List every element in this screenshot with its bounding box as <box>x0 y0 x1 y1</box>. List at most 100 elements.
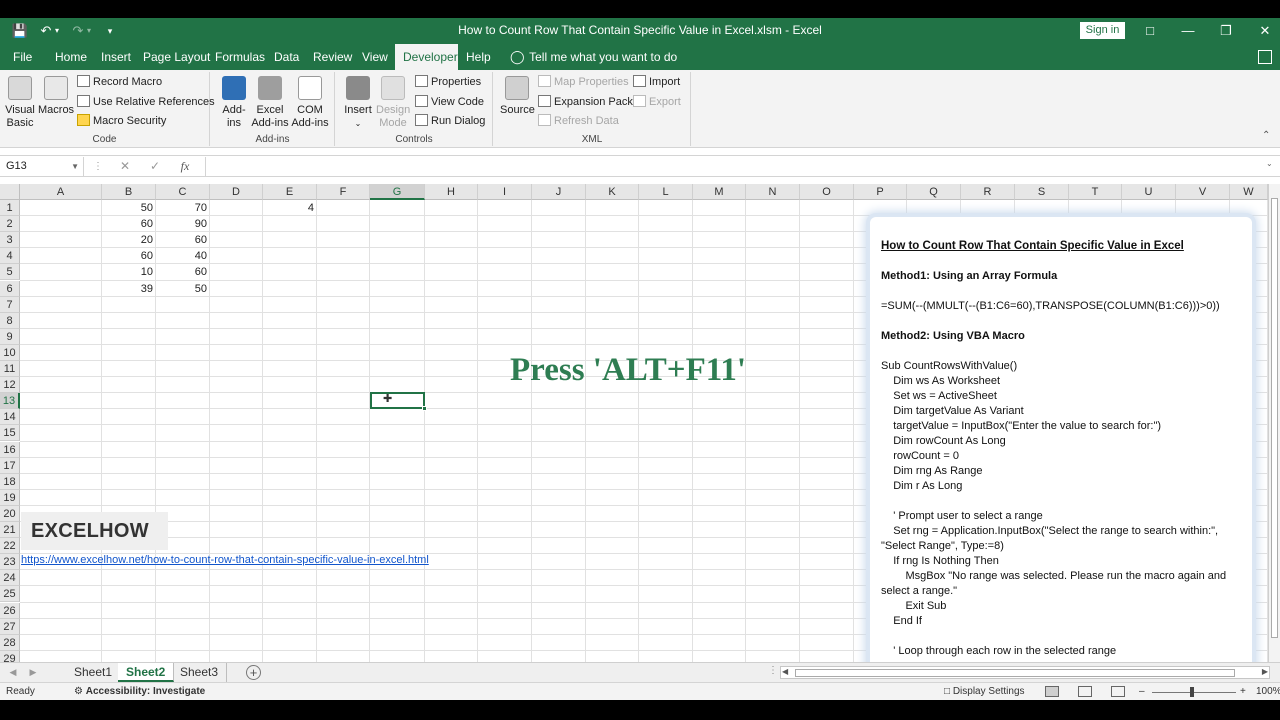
cell-b4[interactable]: 60 <box>102 248 156 264</box>
close-icon[interactable]: ✕ <box>1252 21 1278 41</box>
insert-control-button[interactable]: Insert ⌄ <box>344 76 372 130</box>
restore-icon[interactable]: ❐ <box>1213 21 1239 41</box>
formula-input[interactable] <box>205 157 1270 176</box>
column-header-k[interactable]: K <box>586 184 639 200</box>
cell-e1[interactable]: 4 <box>263 200 317 216</box>
row-header-20[interactable]: 20 <box>0 505 20 522</box>
column-header-b[interactable]: B <box>102 184 156 200</box>
confirm-entry-icon[interactable]: ✓ <box>144 157 166 176</box>
tutorial-link[interactable]: https://www.excelhow.net/how-to-count-ro… <box>21 554 429 566</box>
cancel-entry-icon[interactable]: ✕ <box>114 157 136 176</box>
select-all-corner[interactable] <box>0 184 20 200</box>
row-header-19[interactable]: 19 <box>0 489 20 506</box>
row-header-29[interactable]: 29 <box>0 650 20 662</box>
row-header-28[interactable]: 28 <box>0 634 20 651</box>
share-icon[interactable] <box>1258 50 1272 64</box>
row-header-24[interactable]: 24 <box>0 570 20 587</box>
view-code-button[interactable]: View Code <box>415 94 484 111</box>
zoom-in-icon[interactable]: + <box>1240 683 1246 701</box>
cell-b1[interactable]: 50 <box>102 200 156 216</box>
row-header-16[interactable]: 16 <box>0 441 20 458</box>
cell-b6[interactable]: 39 <box>102 281 156 297</box>
column-header-t[interactable]: T <box>1069 184 1122 200</box>
row-header-4[interactable]: 4 <box>0 248 20 265</box>
sheet-tab-sheet3[interactable]: Sheet3 <box>172 663 228 682</box>
row-header-5[interactable]: 5 <box>0 264 20 281</box>
column-header-m[interactable]: M <box>693 184 746 200</box>
source-button[interactable]: Source <box>500 76 535 117</box>
row-header-23[interactable]: 23 <box>0 554 20 571</box>
vertical-scroll-thumb[interactable] <box>1271 198 1278 638</box>
row-header-8[interactable]: 8 <box>0 312 20 329</box>
expansion-packs-button[interactable]: Expansion Packs <box>538 94 638 111</box>
row-header-25[interactable]: 25 <box>0 586 20 603</box>
cell-b3[interactable]: 20 <box>102 232 156 248</box>
cell-c6[interactable]: 50 <box>156 281 210 297</box>
tab-help[interactable]: Help <box>458 44 499 70</box>
tab-split-handle-icon[interactable]: ⋮ <box>768 665 778 676</box>
name-box[interactable]: G13 ▼ <box>2 157 84 176</box>
prev-sheet-icon[interactable]: ◀ <box>6 663 20 682</box>
cell-c3[interactable]: 60 <box>156 232 210 248</box>
normal-view-icon[interactable] <box>1045 686 1059 697</box>
zoom-out-icon[interactable]: – <box>1139 683 1145 701</box>
row-header-10[interactable]: 10 <box>0 344 20 361</box>
column-header-o[interactable]: O <box>800 184 854 200</box>
cell-c1[interactable]: 70 <box>156 200 210 216</box>
horizontal-scroll-thumb[interactable] <box>795 669 1235 677</box>
com-addins-button[interactable]: COM Add-ins <box>291 76 329 130</box>
expand-formula-bar-icon[interactable]: ⌄ <box>1266 159 1273 168</box>
column-header-h[interactable]: H <box>425 184 478 200</box>
cell-c5[interactable]: 60 <box>156 264 210 280</box>
horizontal-scrollbar[interactable]: ◀ ▶ <box>780 666 1270 679</box>
sheet-tab-sheet1[interactable]: Sheet1 <box>66 663 122 682</box>
column-header-i[interactable]: I <box>478 184 532 200</box>
ribbon-display-icon[interactable]: □ <box>1137 21 1163 41</box>
page-break-view-icon[interactable] <box>1111 686 1125 697</box>
row-header-2[interactable]: 2 <box>0 216 20 233</box>
macros-button[interactable]: Macros <box>38 76 74 117</box>
record-macro-button[interactable]: Record Macro <box>77 74 162 91</box>
sign-in-button[interactable]: Sign in <box>1080 22 1125 39</box>
row-header-22[interactable]: 22 <box>0 538 20 555</box>
tab-formulas[interactable]: Formulas <box>207 44 273 70</box>
row-header-27[interactable]: 27 <box>0 618 20 635</box>
tab-page-layout[interactable]: Page Layout <box>135 44 218 70</box>
cell-c2[interactable]: 90 <box>156 216 210 232</box>
column-header-v[interactable]: V <box>1176 184 1230 200</box>
page-layout-view-icon[interactable] <box>1078 686 1092 697</box>
tab-developer[interactable]: Developer <box>395 44 458 70</box>
row-header-11[interactable]: 11 <box>0 361 20 377</box>
export-button[interactable]: Export <box>633 94 681 111</box>
tab-file[interactable]: File <box>5 44 40 70</box>
zoom-level[interactable]: 100% <box>1256 683 1280 701</box>
column-header-w[interactable]: W <box>1230 184 1268 200</box>
insert-function-icon[interactable]: fx <box>174 157 196 176</box>
row-header-21[interactable]: 21 <box>0 522 20 538</box>
display-settings-button[interactable]: □ Display Settings <box>944 683 1025 701</box>
zoom-slider-thumb[interactable] <box>1190 687 1194 697</box>
scroll-left-icon[interactable]: ◀ <box>782 667 788 676</box>
row-header-7[interactable]: 7 <box>0 296 20 313</box>
vertical-scrollbar[interactable] <box>1268 184 1280 662</box>
design-mode-button[interactable]: Design Mode <box>376 76 410 130</box>
add-sheet-icon[interactable]: + <box>246 665 261 680</box>
excel-addins-button[interactable]: Excel Add-ins <box>251 76 289 130</box>
column-header-q[interactable]: Q <box>907 184 961 200</box>
tell-me-search[interactable]: ◯ Tell me what you want to do <box>510 44 677 70</box>
row-header-26[interactable]: 26 <box>0 602 20 619</box>
zoom-slider[interactable] <box>1152 692 1236 693</box>
tab-home[interactable]: Home <box>47 44 95 70</box>
fill-handle[interactable] <box>422 406 427 411</box>
column-header-n[interactable]: N <box>746 184 800 200</box>
map-properties-button[interactable]: Map Properties <box>538 74 629 91</box>
column-header-d[interactable]: D <box>210 184 263 200</box>
column-header-p[interactable]: P <box>854 184 907 200</box>
properties-button[interactable]: Properties <box>415 74 481 91</box>
cell-b5[interactable]: 10 <box>102 264 156 280</box>
column-header-f[interactable]: F <box>317 184 370 200</box>
accessibility-status[interactable]: ⚙ Accessibility: Investigate <box>74 683 205 701</box>
run-dialog-button[interactable]: Run Dialog <box>415 113 485 130</box>
tab-view[interactable]: View <box>354 44 396 70</box>
column-header-a[interactable]: A <box>20 184 102 200</box>
